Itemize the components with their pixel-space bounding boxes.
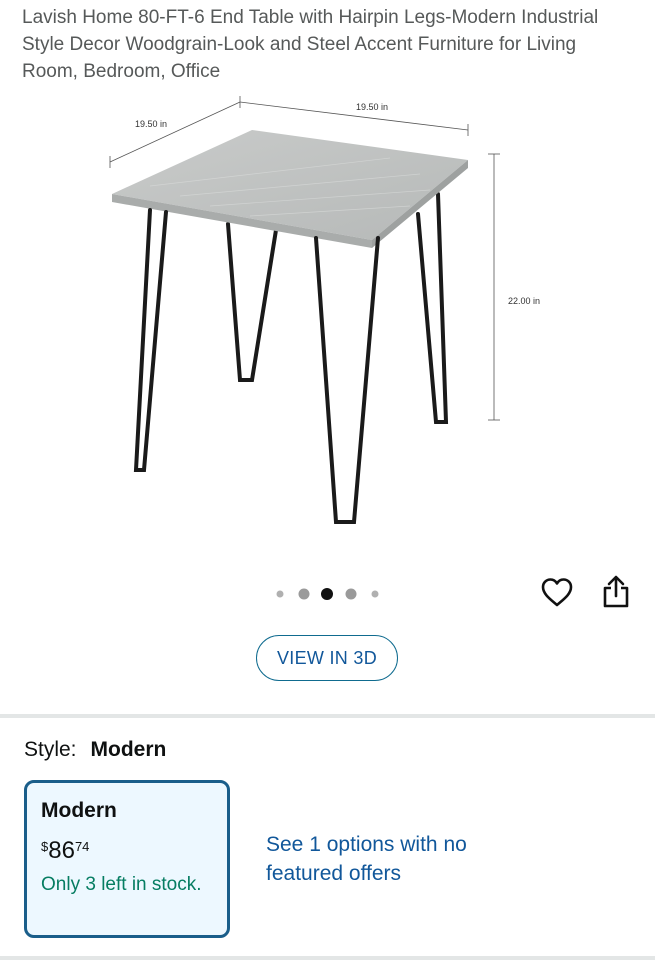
section-divider bbox=[0, 714, 655, 718]
price-whole: 86 bbox=[48, 837, 75, 864]
product-title: Lavish Home 80-FT-6 End Table with Hairp… bbox=[22, 7, 599, 82]
image-carousel-indicator[interactable] bbox=[270, 584, 390, 604]
style-value: Modern bbox=[90, 738, 167, 761]
dimension-width-top: 19.50 in bbox=[356, 102, 388, 112]
price: $8674 bbox=[41, 837, 89, 865]
carousel-dot-active[interactable] bbox=[321, 588, 333, 600]
share-icon[interactable] bbox=[600, 574, 632, 610]
carousel-dot[interactable] bbox=[371, 590, 379, 598]
price-currency: $ bbox=[41, 839, 49, 854]
style-key: Style: bbox=[24, 738, 77, 761]
carousel-dot[interactable] bbox=[345, 588, 357, 600]
product-image[interactable]: 19.50 in 19.50 in 22.00 in bbox=[90, 88, 560, 538]
dimension-height: 22.00 in bbox=[508, 296, 540, 306]
style-selector-label: Style: Modern bbox=[24, 738, 166, 762]
style-option-name: Modern bbox=[41, 799, 117, 822]
price-fraction: 74 bbox=[74, 839, 90, 854]
carousel-dot[interactable] bbox=[276, 590, 284, 598]
see-options-link[interactable]: See 1 options with no featured offers bbox=[266, 830, 526, 888]
view-in-3d-button[interactable]: VIEW IN 3D bbox=[256, 635, 398, 681]
bottom-divider bbox=[0, 956, 655, 960]
carousel-dot[interactable] bbox=[298, 588, 310, 600]
heart-icon[interactable] bbox=[540, 576, 574, 610]
table-legs-front bbox=[133, 208, 380, 524]
stock-status: Only 3 left in stock. bbox=[41, 874, 202, 895]
dimension-width-left: 19.50 in bbox=[135, 119, 167, 129]
style-option-modern[interactable]: Modern $8674 Only 3 left in stock. bbox=[24, 780, 230, 938]
